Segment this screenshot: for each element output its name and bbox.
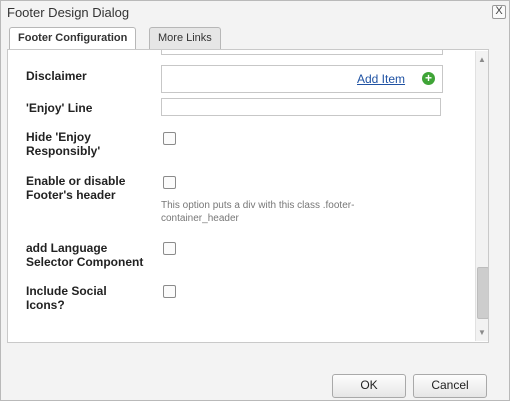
dialog-title: Footer Design Dialog	[7, 5, 130, 20]
social-icons-checkbox[interactable]	[163, 285, 176, 298]
social-icons-label-line1: Include Social	[26, 284, 107, 298]
hide-enjoy-label-line2: Responsibly'	[26, 144, 101, 158]
enjoy-line-input[interactable]	[161, 98, 441, 116]
scrollbar-thumb[interactable]	[477, 267, 488, 319]
tab-panel: Disclaimer Add Item + 'Enjoy' Line Hide …	[7, 49, 489, 343]
footer-header-label-line2: Footer's header	[26, 188, 116, 202]
tab-more-links[interactable]: More Links	[149, 27, 221, 49]
hide-enjoy-label-line1: Hide 'Enjoy	[26, 130, 91, 144]
footer-header-label-line1: Enable or disable	[26, 174, 126, 188]
add-item-link[interactable]: Add Item	[357, 72, 405, 86]
enjoy-line-label: 'Enjoy' Line	[26, 101, 93, 115]
language-selector-label-line2: Selector Component	[26, 255, 144, 269]
ok-button[interactable]: OK	[332, 374, 406, 398]
footer-design-dialog: Footer Design Dialog X Footer Configurat…	[0, 0, 510, 401]
disclaimer-label: Disclaimer	[26, 69, 87, 83]
hide-enjoy-checkbox[interactable]	[163, 132, 176, 145]
scroll-down-icon[interactable]: ▼	[478, 328, 486, 337]
footer-header-checkbox[interactable]	[163, 176, 176, 189]
cancel-button[interactable]: Cancel	[413, 374, 487, 398]
add-circle-icon[interactable]: +	[422, 72, 435, 85]
social-icons-label-line2: Icons?	[26, 298, 65, 312]
dialog-titlebar: Footer Design Dialog X	[1, 1, 509, 23]
vertical-scrollbar[interactable]: ▲ ▼	[475, 51, 488, 341]
previous-field-input[interactable]	[161, 50, 443, 55]
tab-footer-configuration[interactable]: Footer Configuration	[9, 27, 137, 50]
scroll-up-icon[interactable]: ▲	[478, 55, 486, 64]
footer-header-hint-line2: container_header	[161, 213, 239, 224]
language-selector-checkbox[interactable]	[163, 242, 176, 255]
close-icon[interactable]: X	[492, 5, 506, 19]
footer-header-hint-line1: This option puts a div with this class .…	[161, 200, 355, 211]
language-selector-label-line1: add Language	[26, 241, 108, 255]
disclaimer-multifield: Add Item +	[161, 65, 443, 93]
